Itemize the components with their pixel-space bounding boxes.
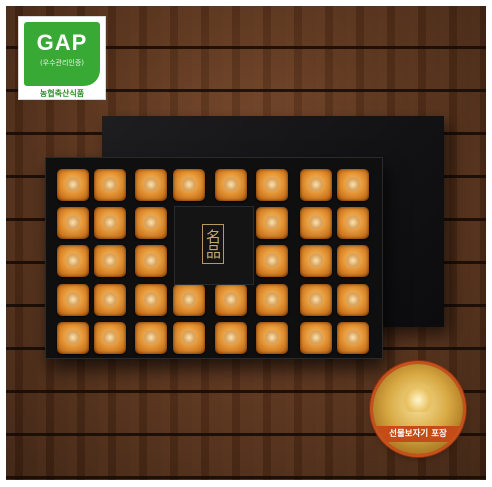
persimmon-piece <box>94 322 126 354</box>
gap-footer: 농협축산식품 <box>39 89 85 98</box>
persimmon-piece <box>57 284 89 316</box>
gap-green-panel: GAP (우수관리인증) <box>24 22 100 86</box>
center-label-panel: 名品 <box>174 206 254 285</box>
persimmon-piece <box>135 284 167 316</box>
persimmon-piece <box>215 284 247 316</box>
gift-bow-icon <box>401 382 435 412</box>
persimmon-piece <box>300 207 332 239</box>
center-label: 名品 <box>202 224 224 264</box>
persimmon-piece <box>337 169 369 201</box>
gift-wrap-badge: 선물보자기 포장 <box>373 364 463 454</box>
persimmon-piece <box>135 207 167 239</box>
persimmon-piece <box>300 245 332 277</box>
persimmon-piece <box>57 245 89 277</box>
persimmon-piece <box>337 284 369 316</box>
persimmon-piece <box>337 322 369 354</box>
persimmon-piece <box>300 169 332 201</box>
gift-wrap-label: 선물보자기 포장 <box>389 429 447 439</box>
persimmon-piece <box>256 207 288 239</box>
persimmon-piece <box>57 322 89 354</box>
persimmon-piece <box>135 322 167 354</box>
persimmon-piece <box>337 207 369 239</box>
persimmon-piece <box>94 169 126 201</box>
persimmon-piece <box>57 207 89 239</box>
persimmon-piece <box>57 169 89 201</box>
gap-title: GAP <box>36 30 88 55</box>
persimmon-piece <box>337 245 369 277</box>
persimmon-piece <box>256 322 288 354</box>
persimmon-piece <box>173 322 205 354</box>
gap-certification-badge: GAP (우수관리인증) 농협축산식품 <box>18 16 106 100</box>
persimmon-piece <box>94 284 126 316</box>
persimmon-piece <box>300 284 332 316</box>
persimmon-piece <box>135 169 167 201</box>
persimmon-piece <box>215 169 247 201</box>
persimmon-piece <box>94 245 126 277</box>
persimmon-piece <box>173 284 205 316</box>
persimmon-piece <box>256 245 288 277</box>
persimmon-piece <box>135 245 167 277</box>
persimmon-piece <box>215 322 247 354</box>
persimmon-piece <box>173 169 205 201</box>
persimmon-piece <box>256 169 288 201</box>
persimmon-piece <box>94 207 126 239</box>
gap-subtitle: (우수관리인증) <box>39 59 85 67</box>
persimmon-piece <box>300 322 332 354</box>
persimmon-piece <box>256 284 288 316</box>
